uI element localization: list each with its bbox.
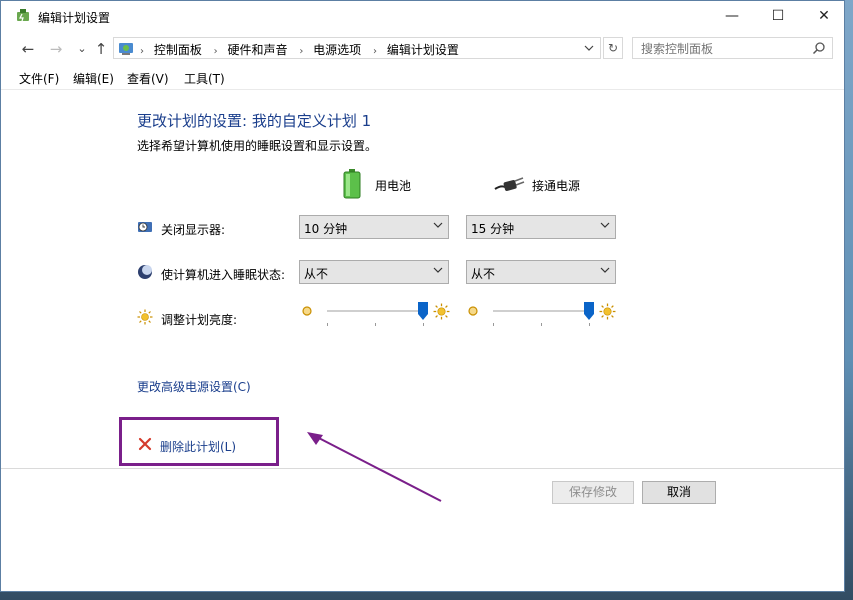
dim-sun-icon: [302, 306, 312, 316]
save-changes-button[interactable]: 保存修改: [552, 481, 634, 504]
display-off-plugged-select[interactable]: 15 分钟: [466, 215, 616, 239]
battery-label: 用电池: [375, 179, 412, 193]
menu-tools[interactable]: 工具(T): [184, 70, 225, 87]
breadcrumb-hardware-sound[interactable]: 硬件和声音: [228, 43, 288, 57]
watermark-url: jingyan.baidu.com: [687, 564, 807, 579]
slider-tick: [327, 323, 328, 326]
address-bar[interactable]: › 控制面板 › 硬件和声音 › 电源选项 › 编辑计划设置: [113, 37, 601, 59]
address-row: ← → ⌄ ↑ › 控制面板 › 硬件和声音 › 电源选项 › 编辑计划设置 ↻…: [1, 35, 844, 63]
display-clock-icon: [138, 222, 152, 232]
breadcrumb: › 控制面板 › 硬件和声音 › 电源选项 › 编辑计划设置: [138, 41, 465, 58]
page-title: 更改计划的设置: 我的自定义计划 1: [137, 112, 372, 130]
menu-bar: 文件(F) 编辑(E) 查看(V) 工具(T): [1, 67, 844, 90]
display-off-label: 关闭显示器:: [161, 223, 226, 237]
sleep-label: 使计算机进入睡眠状态:: [161, 268, 286, 282]
sun-brightness-icon: [137, 309, 153, 325]
forward-button[interactable]: →: [47, 39, 65, 59]
search-input[interactable]: [639, 40, 808, 58]
minimize-button[interactable]: —: [709, 1, 755, 31]
slider-thumb[interactable]: [418, 302, 428, 320]
footer-divider: [1, 468, 844, 469]
sleep-plugged-value: 从不: [471, 267, 496, 281]
close-button[interactable]: ✕: [801, 1, 844, 31]
breadcrumb-separator-icon[interactable]: ›: [214, 46, 218, 57]
annotation-arrow: [307, 432, 442, 502]
battery-icon: [343, 169, 361, 199]
page-subtitle: 选择希望计算机使用的睡眠设置和显示设置。: [137, 139, 378, 153]
advanced-power-settings-link[interactable]: 更改高级电源设置(C): [137, 378, 251, 395]
recent-locations-button[interactable]: ⌄: [73, 39, 91, 59]
slider-tick: [423, 323, 424, 326]
chevron-down-icon: [600, 267, 610, 273]
up-button[interactable]: ↑: [92, 39, 110, 59]
slider-tick: [375, 323, 376, 326]
power-plug-icon: [494, 177, 525, 191]
display-off-battery-select[interactable]: 10 分钟: [299, 215, 449, 239]
slider-tick: [541, 323, 542, 326]
chevron-down-icon[interactable]: [584, 43, 594, 53]
breadcrumb-separator-icon[interactable]: ›: [299, 46, 303, 57]
bright-sun-icon: [433, 303, 450, 320]
power-options-icon: [17, 9, 29, 22]
menu-file[interactable]: 文件(F): [19, 70, 59, 87]
chevron-down-icon: [433, 267, 443, 273]
breadcrumb-control-panel[interactable]: 控制面板: [154, 43, 202, 57]
slider-track[interactable]: [327, 310, 423, 312]
search-box: [632, 37, 833, 59]
maximize-button[interactable]: ☐: [755, 1, 801, 31]
breadcrumb-separator-icon[interactable]: ›: [373, 46, 377, 57]
chevron-down-icon: [433, 222, 443, 228]
breadcrumb-separator-icon: ›: [140, 46, 144, 57]
sleep-plugged-select[interactable]: 从不: [466, 260, 616, 284]
slider-thumb[interactable]: [584, 302, 594, 320]
annotation-highlight-box: 删除此计划(L): [119, 417, 279, 466]
display-off-plugged-value: 15 分钟: [471, 222, 515, 236]
slider-tick: [493, 323, 494, 326]
breadcrumb-edit-plan[interactable]: 编辑计划设置: [387, 43, 459, 57]
window-title: 编辑计划设置: [38, 11, 111, 25]
menu-edit[interactable]: 编辑(E): [73, 70, 114, 87]
delete-plan-label: 删除此计划(L): [160, 440, 237, 454]
cancel-button[interactable]: 取消: [642, 481, 716, 504]
watermark-logo: Bai du 经验: [653, 528, 818, 591]
refresh-button[interactable]: ↻: [603, 37, 623, 59]
breadcrumb-power-options[interactable]: 电源选项: [313, 43, 361, 57]
chevron-down-icon: [600, 222, 610, 228]
brightness-plugged-slider[interactable]: [467, 301, 617, 326]
control-panel-icon: [119, 43, 133, 55]
baidu-watermark: Bai du 经验 jingyan.baidu.com: [651, 516, 821, 591]
sleep-battery-value: 从不: [304, 267, 329, 281]
search-icon[interactable]: [812, 41, 826, 55]
edit-plan-window: 编辑计划设置 — ☐ ✕ ← → ⌄ ↑ › 控制面板 › 硬件和声音 › 电源…: [0, 0, 845, 592]
brightness-label: 调整计划亮度:: [161, 313, 238, 327]
title-bar: 编辑计划设置 — ☐ ✕: [1, 1, 844, 31]
back-button[interactable]: ←: [19, 39, 37, 59]
slider-tick: [589, 323, 590, 326]
display-off-battery-value: 10 分钟: [304, 222, 348, 236]
plugged-in-label: 接通电源: [532, 179, 581, 193]
slider-track[interactable]: [493, 310, 589, 312]
bright-sun-icon: [599, 303, 616, 320]
menu-view[interactable]: 查看(V): [127, 70, 169, 87]
moon-sleep-icon: [138, 265, 152, 279]
dim-sun-icon: [468, 306, 478, 316]
sleep-battery-select[interactable]: 从不: [299, 260, 449, 284]
brightness-battery-slider[interactable]: [301, 301, 451, 326]
delete-x-icon: [138, 437, 152, 451]
